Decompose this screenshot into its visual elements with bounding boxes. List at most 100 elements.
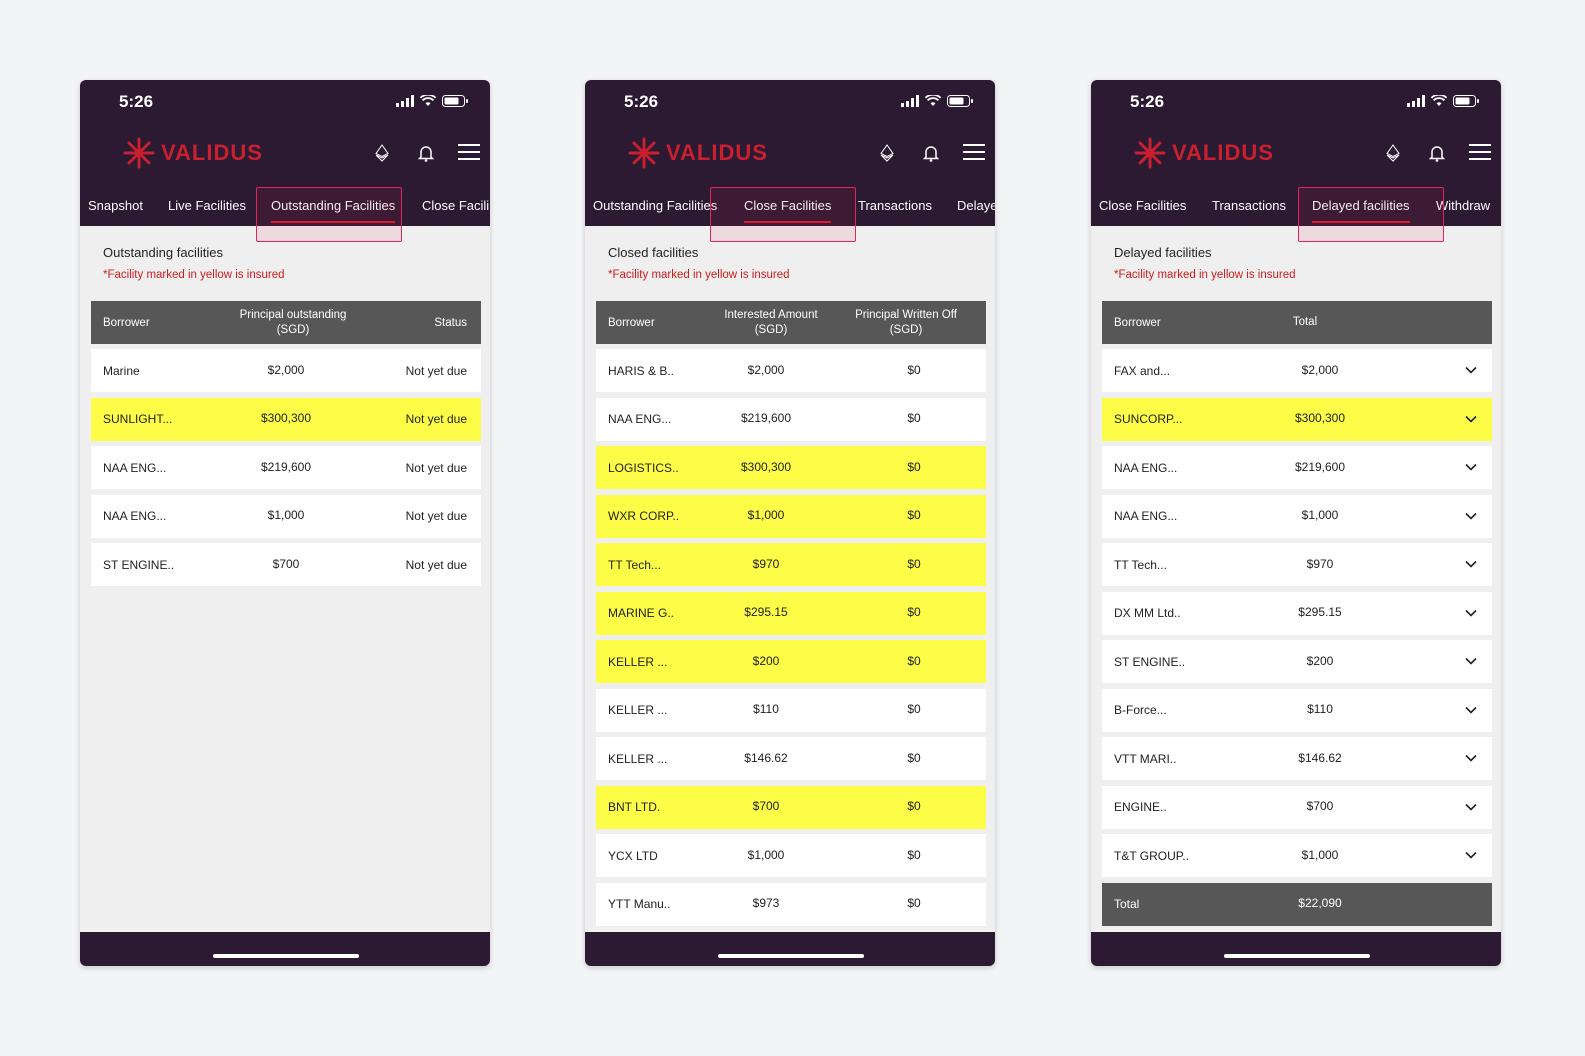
- validus-logo[interactable]: VALIDUS: [123, 137, 263, 169]
- chevron-down-icon[interactable]: [1464, 654, 1478, 671]
- interested-amount-cell: $300,300: [740, 459, 792, 474]
- ethereum-icon[interactable]: [373, 144, 391, 162]
- borrower-cell: NAA ENG...: [1114, 460, 1178, 475]
- menu-hamburger-icon[interactable]: [458, 144, 480, 160]
- menu-hamburger-icon[interactable]: [963, 144, 985, 160]
- borrower-cell: DX MM Ltd..: [1114, 606, 1181, 620]
- table-row[interactable]: YCX LTD $1,000 $0: [596, 834, 986, 877]
- table-row[interactable]: NAA ENG... $219,600 Not yet due: [91, 446, 481, 489]
- table-row[interactable]: SUNCORP... $300,300: [1102, 397, 1492, 441]
- tab-snapshot[interactable]: Snapshot: [88, 183, 143, 226]
- home-indicator[interactable]: [1224, 954, 1370, 958]
- chevron-down-icon[interactable]: [1464, 703, 1478, 720]
- table-row[interactable]: KELLER ... $146.62 $0: [596, 737, 986, 780]
- table-row[interactable]: NAA ENG... $1,000: [1102, 494, 1492, 538]
- insured-note: *Facility marked in yellow is insured: [103, 269, 285, 281]
- notification-bell-icon[interactable]: [418, 144, 434, 162]
- table-row[interactable]: HARIS & B.. $2,000 $0: [596, 349, 986, 392]
- home-indicator[interactable]: [213, 954, 359, 958]
- signal-icon: [901, 95, 919, 107]
- battery-icon: [1453, 95, 1479, 107]
- table-row[interactable]: DX MM Ltd.. $295.15: [1102, 591, 1492, 635]
- tab-transactions[interactable]: Transactions: [858, 183, 932, 226]
- signal-icon: [396, 95, 414, 107]
- tab-withdraw[interactable]: Withdraw: [1436, 183, 1490, 226]
- ethereum-icon[interactable]: [878, 144, 896, 162]
- section-title: Outstanding facilities: [103, 245, 223, 260]
- borrower-cell: Marine: [103, 363, 140, 378]
- notification-bell-icon[interactable]: [923, 144, 939, 162]
- borrower-cell: KELLER ...: [608, 703, 668, 717]
- table-row[interactable]: TT Tech... $970: [1102, 543, 1492, 586]
- battery-icon: [947, 95, 973, 107]
- table-row[interactable]: NAA ENG... $1,000 Not yet due: [91, 494, 481, 538]
- tab-close-facilities[interactable]: Close Facilities: [1099, 183, 1186, 226]
- table-row[interactable]: YTT Manu.. $973 $0: [596, 882, 986, 926]
- table-row[interactable]: KELLER ... $200 $0: [596, 640, 986, 683]
- validus-logo[interactable]: VALIDUS: [1134, 137, 1274, 169]
- table-header: Borrower Total: [1102, 301, 1492, 344]
- table-row[interactable]: BNT LTD. $700 $0: [596, 785, 986, 829]
- table-row[interactable]: LOGISTICS.. $300,300 $0: [596, 446, 986, 489]
- borrower-cell: YTT Manu..: [608, 897, 671, 911]
- chevron-down-icon[interactable]: [1464, 509, 1478, 526]
- chevron-down-icon[interactable]: [1464, 606, 1478, 623]
- phone-outstanding-facilities: 5:26 VALIDUS Snapshot Live Facilities Ou…: [80, 80, 490, 966]
- interested-amount-cell: $970: [752, 556, 780, 571]
- interested-amount-cell: $219,600: [740, 411, 792, 426]
- table-row[interactable]: MARINE G.. $295.15 $0: [596, 591, 986, 635]
- status-cell: Not yet due: [405, 412, 467, 426]
- home-indicator[interactable]: [718, 954, 864, 958]
- table-row[interactable]: ENGINE.. $700: [1102, 785, 1492, 829]
- ethereum-icon[interactable]: [1384, 144, 1402, 162]
- home-indicator-bar: [80, 932, 490, 966]
- chevron-down-icon[interactable]: [1464, 460, 1478, 477]
- chevron-down-icon[interactable]: [1464, 557, 1478, 574]
- table-row[interactable]: NAA ENG... $219,600 $0: [596, 397, 986, 441]
- table-row[interactable]: TT Tech... $970 $0: [596, 543, 986, 586]
- chevron-down-icon[interactable]: [1464, 412, 1478, 429]
- status-cell: Not yet due: [405, 509, 467, 523]
- table-row[interactable]: Marine $2,000 Not yet due: [91, 349, 481, 392]
- table-row[interactable]: WXR CORP.. $1,000 $0: [596, 494, 986, 538]
- content-area: Outstanding facilities *Facility marked …: [80, 226, 490, 932]
- home-indicator-bar: [1091, 932, 1501, 966]
- chevron-down-icon[interactable]: [1464, 848, 1478, 865]
- table-row[interactable]: KELLER ... $110 $0: [596, 688, 986, 732]
- tab-close-facilities[interactable]: Close Facili: [422, 183, 489, 226]
- table-row[interactable]: ST ENGINE.. $700 Not yet due: [91, 543, 481, 586]
- table-row[interactable]: NAA ENG... $219,600: [1102, 446, 1492, 489]
- table-row[interactable]: ST ENGINE.. $200: [1102, 640, 1492, 683]
- validus-logo[interactable]: VALIDUS: [628, 137, 768, 169]
- table-row[interactable]: VTT MARI.. $146.62: [1102, 737, 1492, 780]
- tab-outstanding-facilities[interactable]: Outstanding Facilities: [593, 183, 717, 226]
- content-area: Closed facilities *Facility marked in ye…: [585, 226, 995, 932]
- tab-live-facilities[interactable]: Live Facilities: [168, 183, 246, 226]
- chevron-down-icon[interactable]: [1464, 363, 1478, 380]
- notification-bell-icon[interactable]: [1429, 144, 1445, 162]
- table-row[interactable]: FAX and... $2,000: [1102, 349, 1492, 392]
- written-off-cell: $0: [907, 847, 921, 862]
- borrower-cell: SUNLIGHT...: [103, 412, 173, 426]
- principal-outstanding-cell: $300,300: [260, 411, 312, 426]
- borrower-cell: MARINE G..: [608, 606, 675, 620]
- tab-delayed-facilities[interactable]: Delaye: [957, 183, 995, 226]
- tab-transactions[interactable]: Transactions: [1212, 183, 1286, 226]
- phone-delayed-facilities: 5:26 VALIDUS Close Facilities Transactio…: [1091, 80, 1501, 966]
- app-header: VALIDUS: [80, 123, 490, 183]
- signal-icon: [1407, 95, 1425, 107]
- borrower-cell: TT Tech...: [608, 557, 661, 572]
- interested-amount-cell: $2,000: [747, 362, 785, 377]
- menu-hamburger-icon[interactable]: [1469, 144, 1491, 160]
- table-row[interactable]: SUNLIGHT... $300,300 Not yet due: [91, 397, 481, 441]
- table-row[interactable]: B-Force... $110: [1102, 688, 1492, 732]
- table-row[interactable]: T&T GROUP.. $1,000: [1102, 834, 1492, 877]
- section-title: Closed facilities: [608, 245, 699, 260]
- validus-star-icon: [123, 137, 155, 169]
- insured-note: *Facility marked in yellow is insured: [1114, 269, 1296, 281]
- chevron-down-icon[interactable]: [1464, 800, 1478, 817]
- chevron-down-icon[interactable]: [1464, 751, 1478, 768]
- table-header: Borrower Principal outstanding (SGD) Sta…: [91, 301, 481, 344]
- content-area: Delayed facilities *Facility marked in y…: [1091, 226, 1501, 932]
- phone-closed-facilities: 5:26 VALIDUS Outstanding Facilities Clos…: [585, 80, 995, 966]
